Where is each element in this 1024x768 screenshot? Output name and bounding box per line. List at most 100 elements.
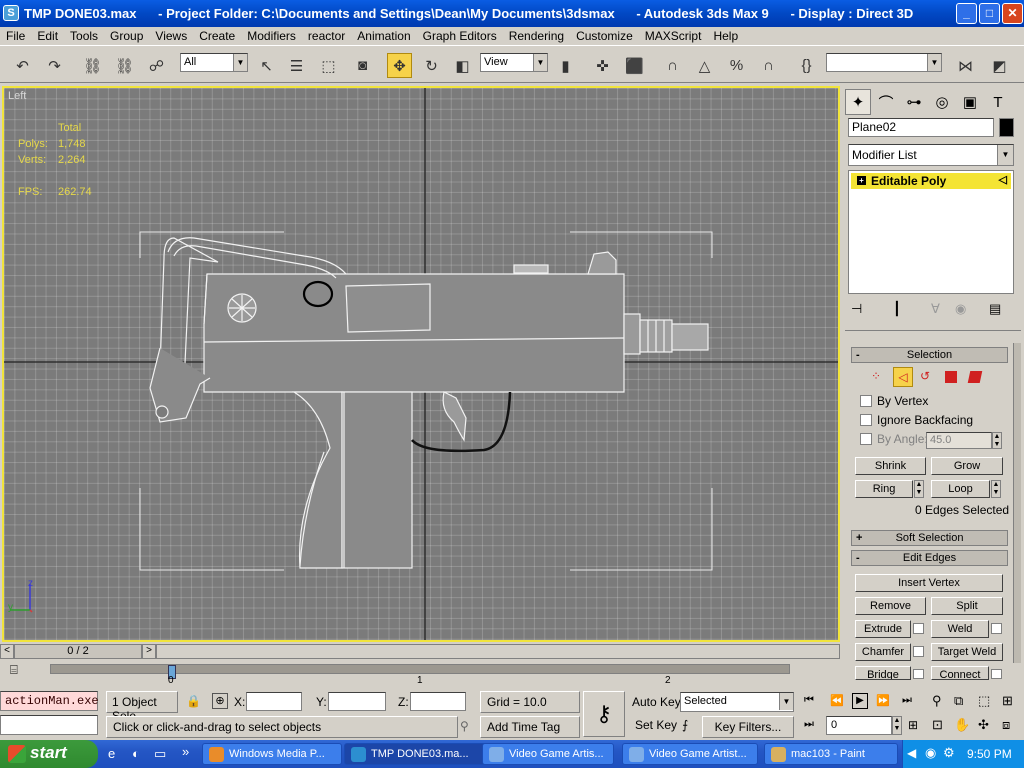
by-angle-checkbox[interactable] <box>860 433 872 445</box>
grow-button[interactable]: Grow <box>931 457 1003 475</box>
key-mode-toggle-icon[interactable]: ⏭ <box>804 718 814 731</box>
extrude-button[interactable]: Extrude <box>855 620 911 638</box>
go-to-end-icon[interactable]: ⏭ <box>902 694 912 707</box>
menu-graph-editors[interactable]: Graph Editors <box>417 27 503 43</box>
taskbar-item-3ds-max[interactable]: TMP DONE03.ma... <box>344 743 490 765</box>
chamfer-settings-icon[interactable] <box>913 646 924 657</box>
object-name-field[interactable]: Plane02 <box>848 118 994 137</box>
y-coordinate-field[interactable] <box>328 692 386 711</box>
play-icon[interactable]: ▶ <box>852 693 868 709</box>
current-frame-field[interactable]: 0 <box>826 716 892 735</box>
angle-threshold-field[interactable]: 45.0 <box>926 432 992 449</box>
internet-explorer-icon[interactable]: e <box>108 746 115 761</box>
loop-spinner[interactable]: ▲ ▼ <box>991 480 1001 498</box>
extrude-settings-icon[interactable] <box>913 623 924 634</box>
vertex-subobject-icon[interactable]: ⁘ <box>871 369 881 383</box>
unlink-icon[interactable]: ⛓ <box>112 53 137 78</box>
chamfer-button[interactable]: Chamfer <box>855 643 911 661</box>
time-slider[interactable]: < 0 / 2 > <box>0 643 840 661</box>
taskbar-item-browser-1[interactable]: Video Game Artis... <box>482 743 614 765</box>
menu-create[interactable]: Create <box>193 27 241 43</box>
menu-group[interactable]: Group <box>104 27 149 43</box>
edit-named-selection-icon[interactable]: {} <box>794 53 819 78</box>
percent-snap-icon[interactable]: % <box>724 53 749 78</box>
next-frame-icon[interactable]: ⏩ <box>876 694 890 707</box>
quick-launch-icon[interactable]: ◐ <box>132 746 140 761</box>
expand-icon[interactable]: + <box>857 176 866 185</box>
create-tab-icon[interactable]: ✦ <box>845 89 871 115</box>
target-weld-button[interactable]: Target Weld <box>931 643 1003 661</box>
loop-button[interactable]: Loop <box>931 480 990 498</box>
bridge-settings-icon[interactable] <box>913 669 924 679</box>
element-subobject-icon[interactable] <box>967 371 983 383</box>
steam-icon[interactable]: ⚙ <box>943 745 955 761</box>
key-icon[interactable]: ⚷ <box>583 691 625 737</box>
track-bar[interactable]: ⌸ 0 1 2 <box>0 661 840 686</box>
configure-modifier-sets-icon[interactable]: ▤ <box>989 301 1001 317</box>
hierarchy-tab-icon[interactable]: ⊶ <box>901 89 927 115</box>
motion-tab-icon[interactable]: ◎ <box>929 89 955 115</box>
time-slider-thumb[interactable]: 0 / 2 <box>14 644 142 659</box>
menu-maxscript[interactable]: MAXScript <box>639 27 708 43</box>
select-and-link-icon[interactable]: ⛓ <box>80 53 105 78</box>
zoom-icon[interactable]: ⚲ <box>932 693 942 709</box>
taskbar-item-browser-2[interactable]: Video Game Artist... <box>622 743 758 765</box>
edit-edges-rollout-header[interactable]: - Edit Edges <box>851 550 1008 566</box>
selection-filter-dropdown[interactable]: All ▼ <box>180 53 248 72</box>
ignore-backfacing-checkbox[interactable] <box>860 414 872 426</box>
keyboard-shortcut-icon[interactable]: ⬛ <box>622 53 647 78</box>
set-key-button[interactable]: Set Key <box>635 718 677 732</box>
selection-rollout-header[interactable]: - Selection <box>851 347 1008 363</box>
ring-button[interactable]: Ring <box>855 480 913 498</box>
current-frame-spinner[interactable]: ▲ ▼ <box>892 716 902 735</box>
border-subobject-icon[interactable]: ↺ <box>920 369 930 383</box>
display-tab-icon[interactable]: ▣ <box>957 89 983 115</box>
go-to-start-icon[interactable]: ⏮ <box>804 694 814 707</box>
split-button[interactable]: Split <box>931 597 1003 615</box>
zoom-all-icon[interactable]: ⧉ <box>954 693 963 709</box>
make-unique-icon[interactable]: ∀ <box>931 301 940 317</box>
maxscript-listener-field[interactable]: actionMan.exe <box>0 691 99 711</box>
select-and-scale-icon[interactable]: ◧ <box>450 53 475 78</box>
key-filters-button[interactable]: Key Filters... <box>702 716 794 738</box>
start-button[interactable]: start <box>0 740 98 768</box>
time-next-button[interactable]: > <box>142 644 156 659</box>
select-and-move-icon[interactable]: ✥ <box>387 53 412 78</box>
time-slider-track[interactable] <box>156 644 840 659</box>
quick-launch-overflow[interactable]: » <box>182 744 189 759</box>
align-icon[interactable]: ◩ <box>987 53 1012 78</box>
pin-stack-icon[interactable]: ⊣ <box>851 301 862 317</box>
object-color-swatch[interactable] <box>999 118 1014 137</box>
menu-rendering[interactable]: Rendering <box>503 27 570 43</box>
angle-spinner[interactable]: ▲ ▼ <box>992 432 1002 449</box>
pivot-point-icon[interactable]: ▮ <box>553 53 578 78</box>
maximize-button[interactable]: □ <box>979 3 1000 24</box>
select-object-icon[interactable]: ↖ <box>254 53 279 78</box>
menu-animation[interactable]: Animation <box>351 27 416 43</box>
by-vertex-checkbox[interactable] <box>860 395 872 407</box>
menu-views[interactable]: Views <box>149 27 193 43</box>
shrink-button[interactable]: Shrink <box>855 457 926 475</box>
select-by-name-icon[interactable]: ☰ <box>284 53 309 78</box>
bridge-button[interactable]: Bridge <box>855 666 911 680</box>
snap-3d-icon[interactable]: ∩ <box>660 53 685 78</box>
modifier-list-dropdown[interactable]: Modifier List ▼ <box>848 144 1014 166</box>
manipulate-icon[interactable]: ✜ <box>590 53 615 78</box>
menu-edit[interactable]: Edit <box>31 27 64 43</box>
add-time-tag-button[interactable]: Add Time Tag <box>480 716 580 738</box>
minimize-button[interactable]: _ <box>956 3 977 24</box>
show-desktop-icon[interactable]: ▭ <box>154 746 166 762</box>
mirror-icon[interactable]: ⋈ <box>953 53 978 78</box>
auto-key-button[interactable]: Auto Key <box>632 695 681 709</box>
menu-help[interactable]: Help <box>707 27 744 43</box>
zoom-extents-all-icon[interactable]: ⊞ <box>1002 693 1013 709</box>
weld-button[interactable]: Weld <box>931 620 989 638</box>
previous-frame-icon[interactable]: ⏪ <box>830 694 844 707</box>
bind-space-warp-icon[interactable]: ☍ <box>144 53 169 78</box>
show-end-result-icon[interactable]: ┃ <box>893 301 901 317</box>
menu-modifiers[interactable]: Modifiers <box>241 27 302 43</box>
tray-expand-icon[interactable]: ◀ <box>907 746 916 760</box>
close-button[interactable]: ✕ <box>1002 3 1023 24</box>
maxscript-input-field[interactable] <box>0 715 98 735</box>
angle-snap-icon[interactable]: △ <box>692 53 717 78</box>
